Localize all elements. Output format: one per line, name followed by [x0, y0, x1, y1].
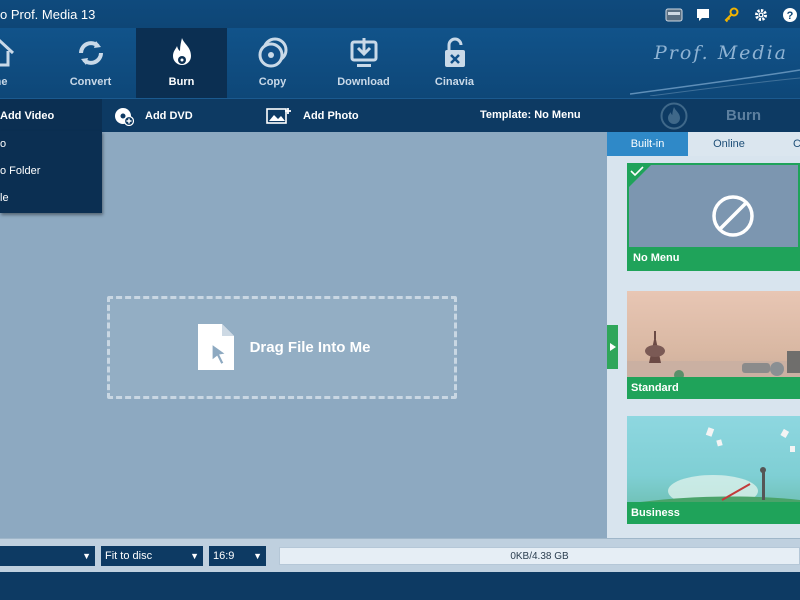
add-photo-button[interactable]: Add Photo	[265, 99, 359, 132]
drag-drop-zone[interactable]: Drag File Into Me	[107, 296, 457, 399]
add-photo-label: Add Photo	[303, 109, 359, 122]
tab-built-in[interactable]: Built-in	[607, 132, 688, 156]
action-bar: Add Video Add DVD Add Photo Template: No…	[0, 98, 800, 132]
nav-cinavia-label: Cinavia	[434, 76, 475, 88]
aspect-ratio-select[interactable]: 16:9 ▼	[209, 546, 266, 566]
template-label-standard: Standard	[627, 377, 800, 399]
collapse-panel-button[interactable]	[607, 325, 618, 369]
disc-capacity-bar: 0KB/4.38 GB	[279, 547, 800, 565]
template-card-standard[interactable]: Standard	[627, 291, 800, 399]
tab-online[interactable]: Online	[688, 132, 770, 156]
add-dvd-icon	[113, 106, 135, 126]
add-dvd-button[interactable]: Add DVD	[113, 99, 193, 132]
quality-select-value: Fit to disc	[105, 550, 153, 562]
tab-custom[interactable]: C	[770, 132, 800, 156]
drag-file-icon	[197, 323, 234, 370]
burn-disc-icon	[660, 102, 688, 130]
chevron-down-icon: ▼	[82, 551, 91, 561]
download-icon	[344, 36, 384, 70]
menu-item-add-video-file[interactable]: o	[0, 131, 102, 158]
quality-select[interactable]: Fit to disc ▼	[101, 546, 203, 566]
template-tabs: Built-in Online C	[607, 132, 800, 156]
copy-icon	[253, 36, 293, 70]
template-card-no-menu[interactable]: No Menu	[627, 163, 800, 271]
nav-burn[interactable]: Burn	[136, 28, 227, 98]
add-dvd-label: Add DVD	[145, 109, 193, 122]
nav-download-label: Download	[337, 76, 390, 88]
burn-icon	[162, 36, 202, 70]
disc-type-select[interactable]: ▼	[0, 546, 95, 566]
no-menu-icon	[712, 195, 754, 237]
burn-button[interactable]: Burn	[660, 99, 761, 132]
template-panel: Built-in Online C No Menu Standard Busin…	[607, 132, 800, 538]
nav-home-label: me	[0, 76, 8, 88]
bottom-bar: ▼ Fit to disc ▼ 16:9 ▼ 0KB/4.38 GB	[0, 538, 800, 572]
nav-copy[interactable]: Copy	[227, 28, 318, 98]
status-bar	[0, 572, 800, 600]
add-video-label: Add Video	[0, 109, 55, 122]
feedback-icon[interactable]	[693, 5, 713, 25]
check-icon	[630, 166, 644, 176]
menu-item-add-video-folder[interactable]: o Folder	[0, 158, 102, 185]
nav-download[interactable]: Download	[318, 28, 409, 98]
template-selector[interactable]: Template: No Menu	[480, 99, 581, 132]
cinavia-icon	[435, 36, 475, 70]
drag-file-label: Drag File Into Me	[249, 339, 371, 356]
module-toolbar: me Convert Burn Copy Download Cinavia Pr…	[0, 28, 800, 98]
brand-logo: Prof. Media	[653, 42, 788, 64]
burn-label: Burn	[726, 107, 761, 124]
template-label-no-menu: No Menu	[629, 247, 798, 269]
help-icon[interactable]: ?	[780, 5, 800, 25]
title-icons: ?	[655, 4, 800, 26]
nav-copy-label: Copy	[258, 76, 287, 88]
nav-convert[interactable]: Convert	[45, 28, 136, 98]
title-bar: o Prof. Media 13 ?	[0, 0, 800, 28]
add-video-menu: o o Folder le	[0, 131, 102, 213]
register-key-icon[interactable]	[722, 5, 742, 25]
window-title: o Prof. Media 13	[0, 7, 96, 22]
brand-swoosh-graphic	[630, 69, 800, 96]
template-card-business[interactable]: Business	[627, 416, 800, 524]
svg-text:?: ?	[787, 10, 794, 22]
template-label-business: Business	[627, 502, 800, 524]
disc-capacity-text: 0KB/4.38 GB	[510, 551, 569, 562]
settings-gear-icon[interactable]	[751, 5, 771, 25]
chevron-right-icon	[609, 343, 616, 351]
nav-burn-label: Burn	[168, 76, 195, 88]
nav-home[interactable]: me	[0, 28, 45, 98]
media-manager-icon[interactable]	[664, 5, 684, 25]
convert-icon	[71, 36, 111, 70]
add-photo-icon	[265, 106, 293, 126]
menu-item-add-video-file-3[interactable]: le	[0, 185, 102, 212]
aspect-ratio-value: 16:9	[213, 550, 235, 562]
nav-convert-label: Convert	[69, 76, 112, 88]
home-icon	[0, 36, 20, 70]
add-video-button[interactable]: Add Video	[0, 99, 102, 132]
nav-cinavia[interactable]: Cinavia	[409, 28, 500, 98]
chevron-down-icon: ▼	[253, 551, 262, 561]
chevron-down-icon: ▼	[190, 551, 199, 561]
